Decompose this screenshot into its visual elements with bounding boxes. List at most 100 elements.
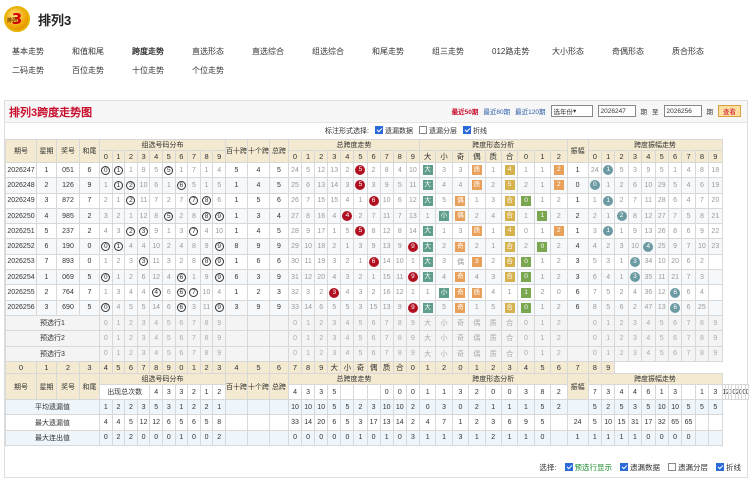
preselect-digit[interactable]: 7 — [379, 314, 394, 332]
nav-item[interactable]: 大小形态 — [552, 46, 612, 57]
preselect-form[interactable]: 合 — [500, 314, 519, 332]
preselect-digit[interactable]: 8 — [694, 314, 710, 332]
recent-80-link[interactable]: 最近80期 — [483, 106, 510, 116]
preselect-digit[interactable]: 8 — [392, 345, 407, 362]
preselect-digit[interactable]: 2 — [614, 314, 629, 332]
preselect-digit[interactable]: 7 — [681, 314, 696, 332]
preselect-form[interactable]: 质 — [484, 314, 502, 332]
preselect-digit[interactable]: 5 — [353, 345, 368, 362]
preselect-digit[interactable]: 4 — [149, 345, 163, 362]
preselect-form[interactable]: 1 — [533, 330, 552, 347]
to-period-input[interactable]: 2026256 — [663, 105, 702, 117]
preselect-digit[interactable]: 8 — [199, 330, 214, 347]
preselect-digit[interactable]: 7 — [379, 330, 394, 347]
preselect-digit[interactable]: 5 — [161, 345, 176, 362]
preselect-digit[interactable]: 2 — [614, 345, 629, 362]
preselect-form[interactable]: 2 — [550, 330, 568, 347]
nav-item[interactable]: 质合形态 — [672, 46, 732, 57]
preselect-form[interactable]: 2 — [550, 345, 568, 362]
preselect-digit[interactable]: 2 — [124, 314, 138, 332]
preselect-digit[interactable]: 2 — [124, 330, 138, 347]
preselect-digit[interactable]: 9 — [405, 330, 420, 347]
nav-item[interactable]: 012路走势 — [492, 46, 552, 57]
preselect-digit[interactable]: 4 — [149, 314, 163, 332]
preselect-digit[interactable]: 5 — [353, 330, 368, 347]
preselect-form[interactable]: 合 — [500, 345, 519, 362]
option-checkbox[interactable]: 折线 — [716, 462, 741, 473]
preselect-form[interactable]: 奇 — [451, 330, 470, 347]
nav-item[interactable]: 直选综合 — [252, 46, 312, 57]
preselect-digit[interactable]: 3 — [627, 314, 643, 332]
preselect-form[interactable]: 0 — [517, 314, 535, 332]
preselect-digit[interactable]: 4 — [340, 314, 355, 332]
preselect-digit[interactable]: 4 — [641, 345, 656, 362]
nav-item[interactable]: 百位走势 — [72, 65, 132, 76]
preselect-digit[interactable]: 9 — [405, 314, 420, 332]
preselect-form[interactable]: 2 — [550, 314, 568, 332]
preselect-digit[interactable]: 9 — [212, 345, 226, 362]
preselect-form[interactable]: 大 — [418, 314, 437, 332]
preselect-digit[interactable]: 7 — [681, 345, 696, 362]
preselect-digit[interactable]: 7 — [379, 345, 394, 362]
preselect-form[interactable]: 1 — [533, 314, 552, 332]
preselect-digit[interactable]: 3 — [136, 345, 151, 362]
preselect-digit[interactable]: 4 — [340, 330, 355, 347]
preselect-digit[interactable]: 4 — [340, 345, 355, 362]
preselect-digit[interactable]: 2 — [314, 345, 329, 362]
preselect-digit[interactable]: 4 — [149, 330, 163, 347]
preselect-digit[interactable]: 8 — [199, 314, 214, 332]
preselect-form[interactable]: 大 — [418, 345, 437, 362]
preselect-digit[interactable]: 1 — [600, 314, 616, 332]
preselect-form[interactable]: 偶 — [468, 314, 486, 332]
preselect-digit[interactable]: 0 — [99, 330, 113, 347]
preselect-digit[interactable]: 3 — [327, 330, 342, 347]
preselect-digit[interactable]: 5 — [654, 330, 669, 347]
preselect-digit[interactable]: 1 — [111, 314, 126, 332]
preselect-digit[interactable]: 6 — [174, 345, 189, 362]
preselect-form[interactable]: 大 — [418, 330, 437, 347]
preselect-digit[interactable]: 1 — [600, 330, 616, 347]
year-select[interactable]: 选年份 ▾ — [550, 105, 593, 117]
preselect-digit[interactable]: 6 — [366, 345, 381, 362]
preselect-digit[interactable]: 0 — [287, 314, 303, 332]
preselect-digit[interactable]: 1 — [301, 314, 316, 332]
preselect-form[interactable]: 0 — [517, 330, 535, 347]
preselect-digit[interactable]: 0 — [587, 330, 602, 347]
option-checkbox[interactable]: 遗漏分层 — [668, 462, 708, 473]
preselect-form[interactable]: 偶 — [468, 330, 486, 347]
preselect-digit[interactable]: 8 — [694, 330, 710, 347]
preselect-digit[interactable]: 1 — [600, 345, 616, 362]
preselect-form[interactable]: 奇 — [451, 345, 470, 362]
preselect-digit[interactable]: 2 — [124, 345, 138, 362]
preselect-digit[interactable]: 6 — [174, 330, 189, 347]
recent-120-link[interactable]: 最近120期 — [515, 106, 545, 116]
preselect-digit[interactable]: 6 — [366, 330, 381, 347]
option-checkbox[interactable]: 折线 — [462, 126, 487, 136]
option-checkbox[interactable]: 遗漏数据 — [620, 462, 660, 473]
preselect-digit[interactable]: 7 — [187, 345, 201, 362]
preselect-digit[interactable]: 2 — [314, 330, 329, 347]
preselect-digit[interactable]: 3 — [136, 314, 151, 332]
preselect-digit[interactable]: 0 — [287, 330, 303, 347]
preselect-digit[interactable]: 8 — [694, 345, 710, 362]
preselect-digit[interactable]: 3 — [327, 314, 342, 332]
nav-item[interactable]: 和尾走势 — [372, 46, 432, 57]
preselect-digit[interactable]: 5 — [654, 314, 669, 332]
query-button[interactable]: 查看 — [718, 105, 741, 117]
preselect-digit[interactable]: 4 — [641, 330, 656, 347]
recent-50-link[interactable]: 最近50期 — [452, 106, 479, 116]
nav-item[interactable]: 基本走势 — [12, 46, 72, 57]
preselect-form[interactable]: 合 — [500, 330, 519, 347]
preselect-digit[interactable]: 4 — [641, 314, 656, 332]
preselect-digit[interactable]: 3 — [627, 345, 643, 362]
preselect-form[interactable]: 1 — [533, 345, 552, 362]
preselect-digit[interactable]: 9 — [708, 330, 723, 347]
preselect-digit[interactable]: 3 — [327, 345, 342, 362]
preselect-digit[interactable]: 2 — [614, 330, 629, 347]
preselect-digit[interactable]: 8 — [199, 345, 214, 362]
nav-item[interactable]: 和值和尾 — [72, 46, 132, 57]
preselect-digit[interactable]: 2 — [314, 314, 329, 332]
nav-item[interactable]: 跨度走势 — [132, 46, 192, 57]
preselect-digit[interactable]: 7 — [187, 314, 201, 332]
nav-item[interactable]: 二码走势 — [12, 65, 72, 76]
